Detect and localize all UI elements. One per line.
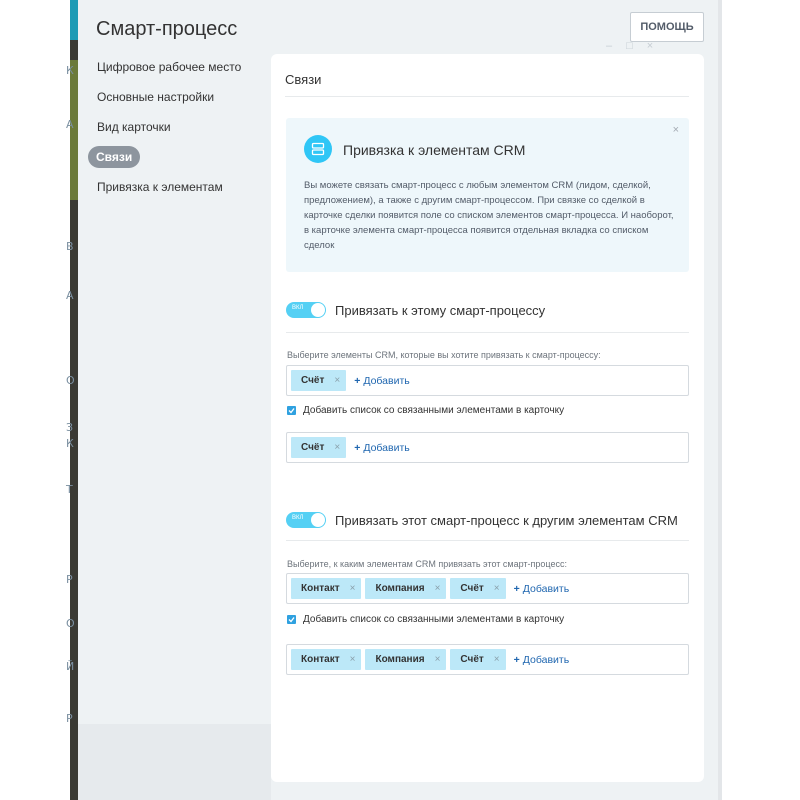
tag-label: Контакт xyxy=(301,583,340,594)
crm-link-icon xyxy=(304,135,332,163)
info-title: Привязка к элементам CRM xyxy=(343,142,526,158)
info-block: × Привязка к элементам CRM Вы можете свя… xyxy=(286,118,689,272)
background-char: В xyxy=(66,240,74,253)
field-hint: Выберите, к каким элементам CRM привязат… xyxy=(287,559,567,569)
toggle-row-bind-to-this: ВКЛ Привязать к этому смарт-процессу xyxy=(286,300,545,320)
add-element-link[interactable]: + Добавить xyxy=(514,654,570,666)
background-char: З xyxy=(66,421,74,434)
add-list-checkbox[interactable] xyxy=(287,615,296,624)
tag-company[interactable]: Компания × xyxy=(365,649,447,670)
remove-tag-icon[interactable]: × xyxy=(350,583,356,594)
background-image-top xyxy=(70,0,78,40)
add-element-link[interactable]: + Добавить xyxy=(514,583,570,595)
background-char: К xyxy=(66,437,74,450)
add-element-link[interactable]: + Добавить xyxy=(354,442,410,454)
toggle-knob xyxy=(311,303,325,317)
panel-footer-shade xyxy=(78,724,271,800)
bind-to-others-toggle[interactable]: ВКЛ xyxy=(286,512,326,528)
background-char: Й xyxy=(66,660,75,673)
tag-invoice[interactable]: Счёт × xyxy=(450,649,506,670)
background-char: Р xyxy=(66,573,73,586)
checkbox-label: Добавить список со связанными элементами… xyxy=(303,614,565,625)
background-edge xyxy=(718,0,722,800)
checkbox-row: Добавить список со связанными элементами… xyxy=(287,405,564,416)
background-char: Т xyxy=(66,483,73,496)
tag-label: Счёт xyxy=(460,654,484,665)
bind-to-this-toggle[interactable]: ВКЛ xyxy=(286,302,326,318)
tag-label: Счёт xyxy=(301,375,325,386)
settings-card: Связи × Привязка к элементам CRM Вы може… xyxy=(271,54,704,782)
toggle-label-text: ВКЛ xyxy=(292,515,304,521)
add-label: Добавить xyxy=(363,441,410,454)
tag-label: Компания xyxy=(375,583,425,594)
card-elements-selector[interactable]: Контакт × Компания × Счёт × + Добавить xyxy=(286,644,689,675)
divider xyxy=(286,540,689,541)
add-label: Добавить xyxy=(522,582,570,595)
background-char: О xyxy=(66,617,75,630)
background-char: К xyxy=(66,64,74,77)
background-page: К А В А О З К Т Р О Й Р xyxy=(0,0,80,800)
add-element-link[interactable]: + Добавить xyxy=(354,375,410,387)
info-text: Вы можете связать смарт-процесс с любым … xyxy=(304,180,674,251)
section-title: Привязать к этому смарт-процессу xyxy=(335,302,546,318)
remove-tag-icon[interactable]: × xyxy=(435,654,441,665)
tag-invoice[interactable]: Счёт × xyxy=(291,370,347,391)
remove-tag-icon[interactable]: × xyxy=(494,583,500,594)
checkbox-row: Добавить список со связанными элементами… xyxy=(287,614,564,625)
background-char: А xyxy=(66,118,74,131)
background-char: Р xyxy=(66,712,73,725)
crm-elements-selector[interactable]: Контакт × Компания × Счёт × + Добавить xyxy=(286,573,689,604)
remove-tag-icon[interactable]: × xyxy=(334,442,340,453)
background-char: О xyxy=(66,374,75,387)
close-icon[interactable]: × xyxy=(673,124,679,136)
checkbox-label: Добавить список со связанными элементами… xyxy=(303,405,565,416)
sidebar-item-links[interactable]: Связи xyxy=(88,146,141,168)
crm-elements-selector[interactable]: Счёт × + Добавить xyxy=(286,365,689,396)
toggle-label-text: ВКЛ xyxy=(292,305,304,311)
tag-invoice[interactable]: Счёт × xyxy=(450,578,506,599)
sidebar-item-main-settings[interactable]: Основные настройки xyxy=(88,86,223,108)
section-title: Привязать этот смарт-процесс к другим эл… xyxy=(335,512,678,528)
window-controls[interactable]: –□× xyxy=(606,40,667,52)
tag-company[interactable]: Компания × xyxy=(365,578,447,599)
sidebar-nav: Цифровое рабочее место Основные настройк… xyxy=(88,56,268,206)
remove-tag-icon[interactable]: × xyxy=(350,654,356,665)
tag-label: Компания xyxy=(375,654,425,665)
sidebar-item-card-view[interactable]: Вид карточки xyxy=(88,116,180,138)
sidebar-item-workplace[interactable]: Цифровое рабочее место xyxy=(88,56,250,78)
tag-label: Счёт xyxy=(460,583,484,594)
tag-label: Счёт xyxy=(301,442,325,453)
tag-label: Контакт xyxy=(301,654,340,665)
tag-contact[interactable]: Контакт × xyxy=(291,649,362,670)
tag-invoice[interactable]: Счёт × xyxy=(291,437,347,458)
help-button[interactable]: ПОМОЩЬ xyxy=(630,12,704,42)
remove-tag-icon[interactable]: × xyxy=(435,583,441,594)
divider xyxy=(286,332,689,333)
toggle-row-bind-to-others: ВКЛ Привязать этот смарт-процесс к други… xyxy=(286,510,678,530)
card-title: Связи xyxy=(285,72,322,87)
add-label: Добавить xyxy=(522,653,570,666)
add-label: Добавить xyxy=(363,374,410,387)
remove-tag-icon[interactable]: × xyxy=(334,375,340,386)
field-hint: Выберите элементы CRM, которые вы хотите… xyxy=(287,350,601,360)
sidebar-item-binding[interactable]: Привязка к элементам xyxy=(88,176,232,198)
slider-title: Смарт-процесс xyxy=(96,18,238,40)
tag-contact[interactable]: Контакт × xyxy=(291,578,362,599)
remove-tag-icon[interactable]: × xyxy=(494,654,500,665)
toggle-knob xyxy=(311,513,325,527)
background-char: А xyxy=(66,289,74,302)
add-list-checkbox[interactable] xyxy=(287,406,296,415)
card-elements-selector[interactable]: Счёт × + Добавить xyxy=(286,432,689,463)
divider xyxy=(285,96,689,97)
